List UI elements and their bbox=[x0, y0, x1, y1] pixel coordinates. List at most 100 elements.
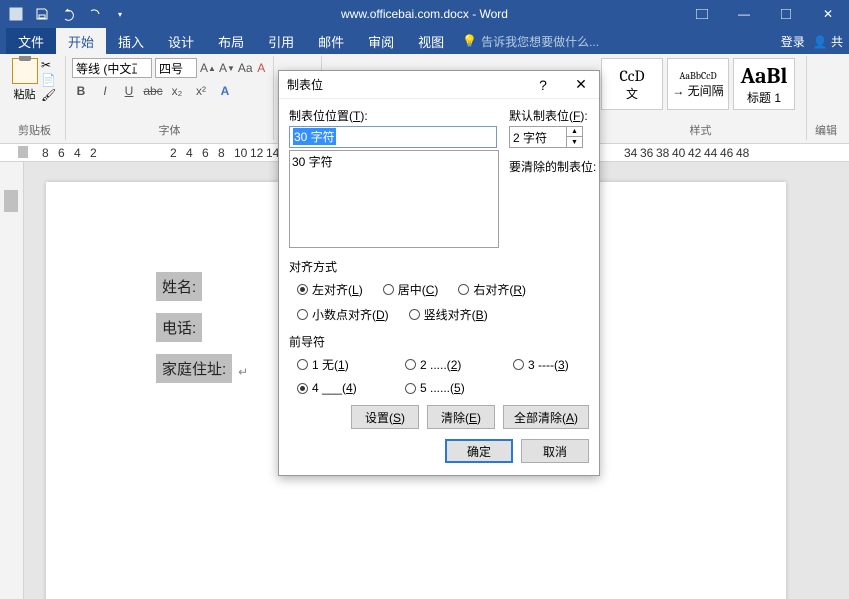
tab-view[interactable]: 视图 bbox=[406, 28, 456, 55]
ruler-tick: 40 bbox=[672, 146, 685, 160]
underline-button[interactable]: U bbox=[120, 82, 138, 100]
minimize-icon[interactable]: — bbox=[723, 0, 765, 28]
tabs-dialog: 制表位 ? ✕ 制表位位置(T): 30 字符 30 字符 默认制表位(F): … bbox=[278, 70, 600, 476]
spin-up-icon[interactable]: ▲ bbox=[567, 127, 582, 137]
copy-icon[interactable]: 📄 bbox=[41, 73, 59, 87]
change-case-icon[interactable]: Aa bbox=[238, 59, 253, 77]
leader-2-radio[interactable]: 2 .....(2) bbox=[405, 356, 493, 373]
default-tab-value[interactable] bbox=[509, 126, 567, 148]
ruler-tick: 42 bbox=[688, 146, 701, 160]
undo-icon[interactable] bbox=[56, 2, 80, 26]
cut-icon[interactable]: ✂ bbox=[41, 58, 59, 72]
ok-button[interactable]: 确定 bbox=[445, 439, 513, 463]
close-icon[interactable]: ✕ bbox=[807, 0, 849, 28]
list-item[interactable]: 30 字符 bbox=[292, 153, 496, 170]
align-center-radio[interactable]: 居中(C) bbox=[383, 281, 439, 298]
decrease-font-icon[interactable]: A▼ bbox=[219, 59, 235, 77]
tab-layout[interactable]: 布局 bbox=[206, 28, 256, 55]
bold-button[interactable]: B bbox=[72, 82, 90, 100]
style-item-2[interactable]: AaBbCcD→ 无间隔 bbox=[667, 58, 729, 110]
text-effects-button[interactable]: A bbox=[216, 82, 234, 100]
ruler-tick: 36 bbox=[640, 146, 653, 160]
paste-icon bbox=[12, 58, 38, 84]
leader-3-radio[interactable]: 3 ----(3) bbox=[513, 356, 569, 373]
ruler-tick: 10 bbox=[234, 146, 247, 160]
leader-5-radio[interactable]: 5 ......(5) bbox=[405, 381, 465, 395]
doc-text-phone: 电话: bbox=[156, 313, 202, 342]
format-painter-icon[interactable]: 🖌 bbox=[41, 88, 59, 102]
tab-review[interactable]: 审阅 bbox=[356, 28, 406, 55]
tab-position-input[interactable]: 30 字符 bbox=[289, 126, 497, 148]
qat-customize-icon[interactable]: ▾ bbox=[108, 2, 132, 26]
ribbon-display-icon[interactable] bbox=[681, 0, 723, 28]
save-icon[interactable] bbox=[30, 2, 54, 26]
spin-down-icon[interactable]: ▼ bbox=[567, 137, 582, 147]
leader-1-radio[interactable]: 1 无(1) bbox=[297, 356, 385, 373]
ruler-tick: 44 bbox=[704, 146, 717, 160]
ruler-tick: 2 bbox=[90, 146, 97, 160]
group-clipboard-label: 剪贴板 bbox=[10, 122, 59, 138]
leader-4-radio[interactable]: 4 ___(4) bbox=[297, 381, 385, 395]
subscript-button[interactable]: x₂ bbox=[168, 82, 186, 100]
ruler-tick: 6 bbox=[202, 146, 209, 160]
clear-all-button[interactable]: 全部清除(A) bbox=[503, 405, 589, 429]
group-editing: 编辑 bbox=[807, 56, 845, 140]
increase-font-icon[interactable]: A▲ bbox=[200, 59, 216, 77]
align-bar-radio[interactable]: 竖线对齐(B) bbox=[409, 306, 488, 323]
dialog-body: 制表位位置(T): 30 字符 30 字符 默认制表位(F): ▲▼ 要清除的制… bbox=[279, 99, 599, 475]
maximize-icon[interactable] bbox=[765, 0, 807, 28]
doc-text-name: 姓名: bbox=[156, 272, 202, 301]
style-item-3[interactable]: AaBl标题 1 bbox=[733, 58, 795, 110]
ruler-tab-selector[interactable] bbox=[18, 146, 28, 158]
quick-access-toolbar: ▾ bbox=[0, 2, 132, 26]
align-decimal-radio[interactable]: 小数点对齐(D) bbox=[297, 306, 389, 323]
align-left-radio[interactable]: 左对齐(L) bbox=[297, 281, 363, 298]
group-font: A▲ A▼ Aa A B I U abc x₂ x² A 字体 bbox=[66, 56, 274, 140]
group-editing-label: 编辑 bbox=[813, 122, 839, 138]
cancel-button[interactable]: 取消 bbox=[521, 439, 589, 463]
redo-icon[interactable] bbox=[82, 2, 106, 26]
tab-insert[interactable]: 插入 bbox=[106, 28, 156, 55]
align-right-radio[interactable]: 右对齐(R) bbox=[458, 281, 526, 298]
alignment-section: 对齐方式 左对齐(L) 居中(C) 右对齐(R) 小数点对齐(D) 竖线对齐(B… bbox=[289, 258, 589, 323]
dialog-titlebar[interactable]: 制表位 ? ✕ bbox=[279, 71, 599, 99]
vertical-ruler[interactable] bbox=[0, 162, 24, 599]
tabs-to-clear-label: 要清除的制表位: bbox=[509, 158, 597, 175]
style-item-1[interactable]: CcD文 bbox=[601, 58, 663, 110]
tab-file[interactable]: 文件 bbox=[6, 28, 56, 55]
dialog-close-button[interactable]: ✕ bbox=[567, 73, 595, 97]
group-clipboard: 粘贴 ✂ 📄 🖌 剪贴板 bbox=[4, 56, 66, 140]
title-bar: ▾ www.officebai.com.docx - Word — ✕ bbox=[0, 0, 849, 28]
dialog-help-button[interactable]: ? bbox=[529, 73, 557, 97]
font-size-select[interactable] bbox=[155, 58, 197, 78]
ruler-tick: 38 bbox=[656, 146, 669, 160]
word-app-icon[interactable] bbox=[4, 2, 28, 26]
clear-button[interactable]: 清除(E) bbox=[427, 405, 495, 429]
set-button[interactable]: 设置(S) bbox=[351, 405, 419, 429]
font-family-select[interactable] bbox=[72, 58, 152, 78]
italic-button[interactable]: I bbox=[96, 82, 114, 100]
clear-format-icon[interactable]: A bbox=[256, 59, 267, 77]
tab-home[interactable]: 开始 bbox=[56, 28, 106, 55]
default-tab-spinner[interactable]: ▲▼ bbox=[509, 126, 583, 148]
doc-cursor-gap bbox=[206, 318, 240, 344]
paste-button[interactable]: 粘贴 bbox=[10, 58, 39, 102]
ruler-tick: 4 bbox=[186, 146, 193, 160]
tab-position-list[interactable]: 30 字符 bbox=[289, 150, 499, 248]
tell-me-search[interactable]: 💡 告诉我您想要做什么... bbox=[462, 33, 599, 50]
strikethrough-button[interactable]: abc bbox=[144, 82, 162, 100]
ruler-tick: 6 bbox=[58, 146, 65, 160]
ruler-tick: 8 bbox=[42, 146, 49, 160]
login-button[interactable]: 登录 bbox=[781, 33, 805, 50]
tell-me-placeholder: 告诉我您想要做什么... bbox=[481, 33, 599, 50]
tab-references[interactable]: 引用 bbox=[256, 28, 306, 55]
superscript-button[interactable]: x² bbox=[192, 82, 210, 100]
window-controls: — ✕ bbox=[681, 0, 849, 28]
lightbulb-icon: 💡 bbox=[462, 34, 477, 48]
tab-design[interactable]: 设计 bbox=[156, 28, 206, 55]
ruler-tick: 12 bbox=[250, 146, 263, 160]
tab-mail[interactable]: 邮件 bbox=[306, 28, 356, 55]
group-styles-label: 样式 bbox=[601, 122, 800, 138]
menu-bar: 文件 开始 插入 设计 布局 引用 邮件 审阅 视图 💡 告诉我您想要做什么..… bbox=[0, 28, 849, 54]
share-button[interactable]: 👤 共 bbox=[813, 33, 843, 50]
